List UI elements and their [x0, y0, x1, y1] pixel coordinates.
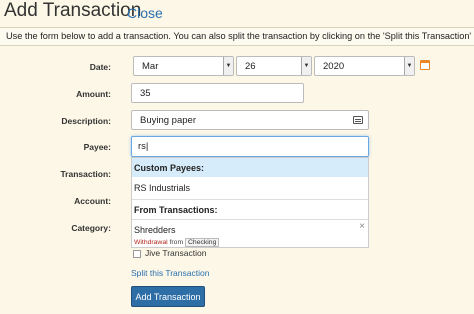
payee-option-detail: Withdrawal from Checking: [134, 238, 220, 247]
transaction-label: Transaction:: [60, 169, 111, 179]
close-link[interactable]: Close: [127, 5, 163, 21]
from-word: from: [169, 239, 184, 246]
payee-label: Payee:: [83, 142, 111, 152]
date-month-select[interactable]: Mar ▼: [133, 56, 234, 76]
jive-checkbox[interactable]: [133, 250, 141, 258]
jive-label: Jive Transaction: [145, 248, 207, 258]
title-bar: Add Transaction Close: [0, 0, 474, 26]
payee-option-shredders[interactable]: Shredders × Withdrawal from Checking: [132, 221, 368, 248]
chevron-down-icon: ▼: [223, 57, 233, 75]
amount-input[interactable]: 35: [131, 83, 304, 103]
category-label: Category:: [71, 223, 111, 233]
transaction-type: Withdrawal: [134, 239, 168, 246]
divider: [132, 219, 368, 220]
date-day-value: 26: [245, 60, 256, 72]
add-transaction-button[interactable]: Add Transaction: [131, 286, 205, 307]
calendar-icon[interactable]: [420, 60, 430, 70]
amount-value: 35: [140, 87, 151, 99]
payee-option-rs-industrials[interactable]: RS Industrials: [132, 178, 368, 198]
chevron-down-icon: ▼: [404, 57, 414, 75]
close-icon[interactable]: ×: [359, 221, 365, 232]
date-month-value: Mar: [142, 60, 159, 72]
page-title: Add Transaction: [4, 0, 142, 21]
date-year-value: 2020: [323, 60, 345, 72]
date-label: Date:: [89, 62, 111, 72]
chevron-down-icon: ▼: [301, 57, 311, 75]
date-day-select[interactable]: 26 ▼: [236, 56, 312, 76]
custom-payees-header: Custom Payees:: [132, 158, 368, 177]
account-badge: Checking: [185, 238, 220, 247]
date-year-select[interactable]: 2020 ▼: [314, 56, 415, 76]
payee-input[interactable]: rs|: [131, 136, 369, 157]
description-label: Description:: [61, 116, 111, 126]
payee-dropdown: Custom Payees: RS Industrials From Trans…: [131, 157, 369, 248]
intro-text: Use the form below to add a transaction.…: [0, 27, 474, 46]
split-transaction-link[interactable]: Split this Transaction: [131, 268, 209, 278]
description-input[interactable]: Buying paper: [131, 110, 369, 130]
card-icon: [353, 116, 363, 124]
from-transactions-header: From Transactions:: [134, 205, 218, 215]
amount-label: Amount:: [76, 89, 111, 99]
payee-option-name: Shredders: [134, 225, 176, 235]
account-label: Account:: [74, 196, 111, 206]
description-value: Buying paper: [140, 114, 196, 126]
